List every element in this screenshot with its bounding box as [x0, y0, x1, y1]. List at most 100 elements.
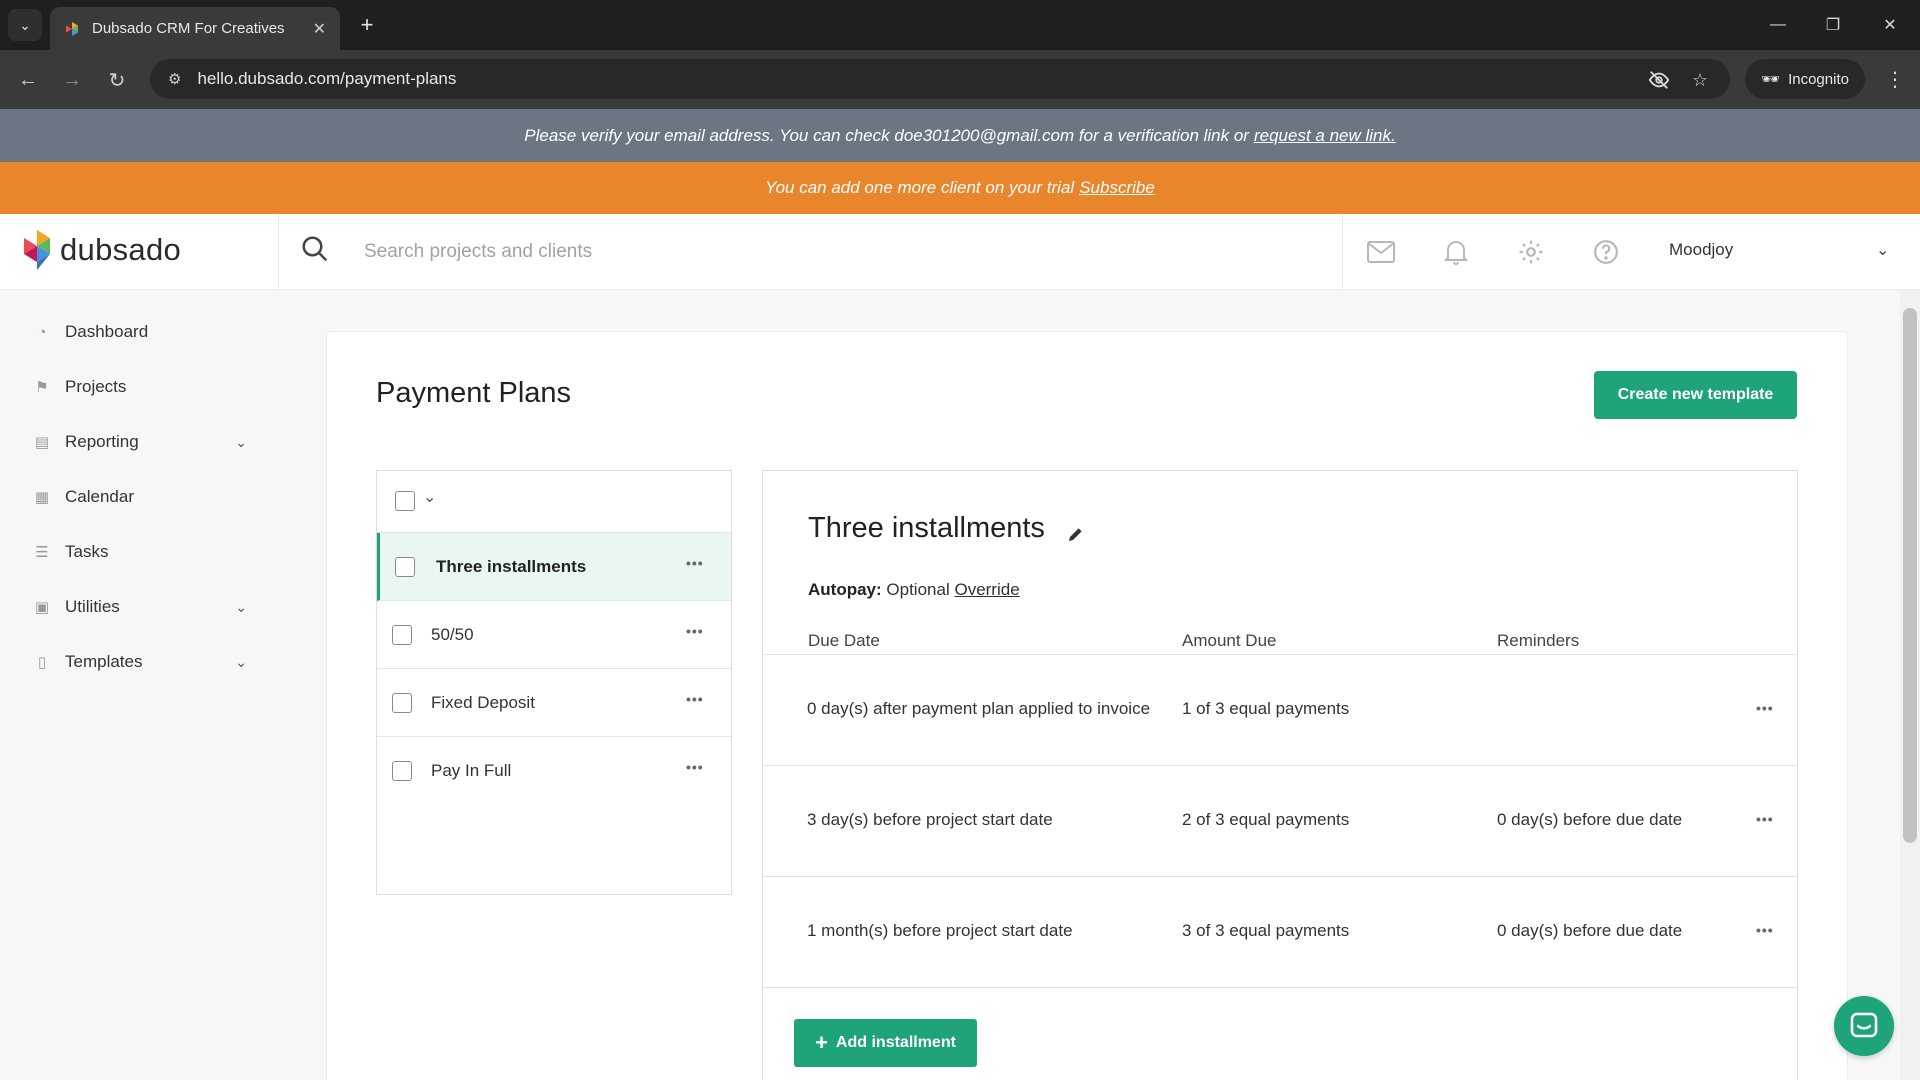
search-icon[interactable] — [300, 234, 340, 270]
url-bar[interactable]: ⚙ hello.dubsado.com/payment-plans — [150, 59, 1730, 99]
select-all-checkbox[interactable] — [395, 491, 415, 511]
page-title: Payment Plans — [376, 377, 572, 409]
list-item[interactable]: Fixed Deposit ••• — [377, 669, 731, 737]
new-tab-button[interactable]: + — [352, 10, 382, 40]
row-checkbox[interactable] — [392, 625, 412, 645]
sidebar-item-label: Tasks — [65, 542, 109, 561]
tab-close-icon[interactable]: ✕ — [313, 19, 326, 39]
logo-mark-icon — [24, 230, 50, 270]
trial-banner: You can add one more client on your tria… — [0, 162, 1920, 214]
column-header-reminders: Reminders — [1497, 631, 1580, 650]
installment-reminder: 0 day(s) before due date — [1497, 921, 1683, 940]
request-new-link[interactable]: request a new link. — [1254, 126, 1396, 146]
help-icon[interactable] — [1588, 234, 1624, 270]
minimize-icon[interactable]: — — [1758, 10, 1798, 40]
autopay-label: Autopay: — [808, 580, 882, 599]
user-menu[interactable]: Moodjoy — [1669, 240, 1733, 260]
more-options-icon[interactable]: ••• — [686, 759, 704, 775]
column-header-amount-due: Amount Due — [1182, 631, 1277, 650]
plan-name: Three installments — [436, 557, 587, 576]
list-item[interactable]: Pay In Full ••• — [377, 737, 731, 805]
incognito-badge[interactable]: 🕶 Incognito — [1745, 59, 1865, 99]
divider — [763, 654, 1797, 655]
browser-tab[interactable]: Dubsado CRM For Creatives ✕ — [50, 7, 340, 50]
dubsado-logo[interactable]: dubsado — [22, 228, 181, 272]
override-link[interactable]: Override — [954, 580, 1019, 599]
sidebar-item-tasks[interactable]: ☰ Tasks — [32, 537, 247, 567]
list-item[interactable]: Three installments ••• — [377, 533, 731, 601]
sidebar-item-calendar[interactable]: ▦ Calendar — [32, 482, 247, 512]
installment-due: 1 month(s) before project start date — [807, 921, 1073, 940]
sidebar-item-reporting[interactable]: ▤ Reporting ⌄ — [32, 427, 247, 457]
chat-icon — [1850, 1012, 1878, 1038]
list-item[interactable]: 50/50 ••• — [377, 601, 731, 669]
more-options-icon[interactable]: ••• — [686, 555, 704, 571]
verify-text: Please verify your email address. You ca… — [524, 125, 1249, 145]
restore-icon[interactable]: ❐ — [1813, 10, 1853, 40]
bookmark-star-icon[interactable]: ☆ — [1685, 65, 1715, 95]
notification-bell-icon[interactable] — [1438, 234, 1474, 270]
sidebar-item-templates[interactable]: ▯ Templates ⌄ — [32, 647, 247, 677]
verify-email-banner: Please verify your email address. You ca… — [0, 109, 1920, 162]
payment-plan-list: ⌄ Three installments ••• 50/50 ••• Fixed… — [376, 470, 732, 895]
chevron-down-icon[interactable]: ⌄ — [423, 487, 436, 507]
divider — [763, 876, 1797, 877]
chevron-down-icon[interactable]: ⌄ — [1876, 240, 1889, 260]
sidebar-item-utilities[interactable]: ▣ Utilities ⌄ — [32, 592, 247, 622]
row-checkbox[interactable] — [395, 557, 415, 577]
sidebar-item-label: Templates — [65, 652, 143, 671]
dashboard-icon: ◔ — [37, 323, 47, 341]
scrollbar-thumb[interactable] — [1903, 308, 1917, 843]
add-installment-label: Add installment — [835, 1034, 956, 1051]
sidebar-item-label: Dashboard — [65, 322, 149, 341]
more-options-icon[interactable]: ••• — [686, 623, 704, 639]
more-options-icon[interactable]: ••• — [686, 691, 704, 707]
edit-pencil-icon[interactable] — [1066, 524, 1086, 544]
installment-amount: 2 of 3 equal payments — [1182, 810, 1350, 829]
sidebar-item-label: Reporting — [65, 432, 139, 451]
installment-amount: 1 of 3 equal payments — [1182, 699, 1350, 718]
divider — [763, 765, 1797, 766]
chevron-down-icon[interactable]: ⌄ — [235, 654, 247, 671]
mail-icon[interactable] — [1363, 234, 1399, 270]
create-new-template-button[interactable]: Create new template — [1594, 371, 1797, 419]
sidebar-item-projects[interactable]: ⚑ Projects — [32, 372, 247, 402]
plan-name: Fixed Deposit — [431, 693, 535, 712]
list-header: ⌄ — [377, 471, 731, 533]
chevron-down-icon[interactable]: ⌄ — [235, 434, 247, 451]
site-settings-icon[interactable]: ⚙ — [168, 70, 181, 88]
plan-detail-panel — [762, 470, 1798, 1080]
installment-amount: 3 of 3 equal payments — [1182, 921, 1350, 940]
window-close-icon[interactable]: ✕ — [1870, 10, 1910, 40]
back-icon[interactable]: ← — [12, 64, 44, 96]
plan-detail-title: Three installments — [808, 512, 1045, 544]
installment-due: 0 day(s) after payment plan applied to i… — [807, 699, 1151, 718]
divider — [763, 987, 1797, 988]
row-checkbox[interactable] — [392, 761, 412, 781]
settings-gear-icon[interactable] — [1513, 234, 1549, 270]
autopay-setting: Autopay: Optional Override — [808, 580, 1020, 600]
browser-menu-icon[interactable]: ⋮ — [1880, 64, 1910, 94]
row-checkbox[interactable] — [392, 693, 412, 713]
add-installment-button[interactable]: + Add installment — [794, 1019, 977, 1067]
reload-icon[interactable]: ↻ — [101, 64, 133, 96]
more-options-icon[interactable]: ••• — [1756, 922, 1774, 938]
utilities-icon: ▣ — [34, 599, 50, 616]
chat-launcher-button[interactable] — [1834, 996, 1894, 1056]
trial-text: You can add one more client on your tria… — [765, 178, 1075, 197]
tracking-protection-icon[interactable] — [1644, 65, 1674, 95]
reporting-icon: ▤ — [34, 434, 50, 451]
forward-icon[interactable]: → — [56, 64, 88, 96]
header-divider — [278, 214, 279, 290]
sidebar-item-dashboard[interactable]: ◔ Dashboard — [32, 317, 247, 347]
logo-text: dubsado — [60, 232, 182, 267]
search-input[interactable] — [364, 236, 1324, 268]
subscribe-link[interactable]: Subscribe — [1079, 178, 1155, 198]
more-options-icon[interactable]: ••• — [1756, 811, 1774, 827]
more-options-icon[interactable]: ••• — [1756, 700, 1774, 716]
dubsado-favicon-icon — [66, 21, 78, 36]
chevron-down-icon[interactable]: ⌄ — [235, 599, 247, 616]
calendar-icon: ▦ — [34, 489, 50, 506]
plus-icon: + — [815, 1030, 828, 1055]
tab-search-button[interactable]: ⌄ — [8, 9, 42, 41]
